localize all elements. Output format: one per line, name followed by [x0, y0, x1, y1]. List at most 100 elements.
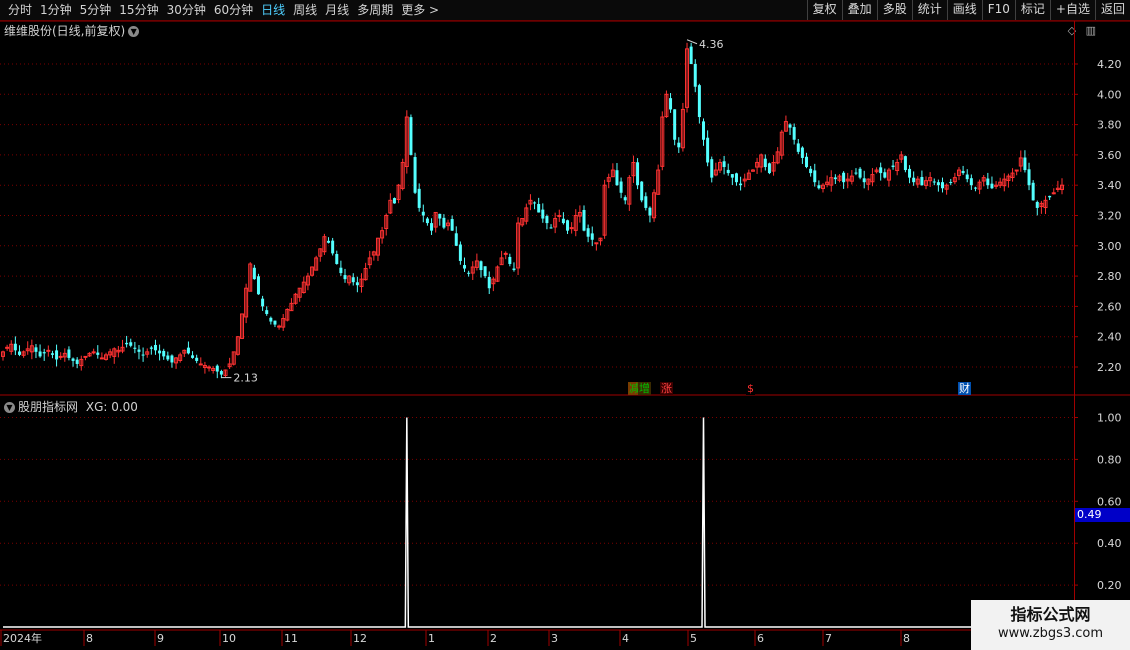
x-axis-label: 8 — [903, 632, 910, 645]
candle-body — [858, 168, 862, 178]
event-badge-4[interactable]: 财 — [958, 382, 971, 395]
candle-body — [252, 267, 256, 280]
high-marker-label: 4.36 — [699, 38, 724, 51]
event-badge-1[interactable]: 增 — [638, 382, 651, 395]
x-axis-label: 11 — [284, 632, 298, 645]
candle-body — [58, 355, 63, 358]
indicator-tick-label: 0.20 — [1097, 579, 1122, 592]
candle-body — [331, 240, 335, 254]
candle-body — [722, 161, 726, 168]
candle-body — [990, 183, 994, 189]
candle-body — [409, 117, 413, 155]
x-axis-label: 10 — [222, 632, 236, 645]
candle-body — [442, 217, 446, 228]
candle-body — [973, 187, 977, 189]
candle-body — [483, 266, 487, 277]
candle-body — [697, 85, 701, 118]
high-marker-arrow — [686, 39, 698, 45]
candle-body — [133, 347, 137, 349]
candle-body — [813, 170, 817, 183]
candle-body — [1014, 169, 1019, 172]
candle-body — [425, 218, 429, 224]
candle-body — [186, 347, 190, 354]
candle-body — [75, 359, 79, 364]
candle-body — [17, 351, 21, 355]
indicator-tick-label: 1.00 — [1097, 412, 1122, 425]
candle-body — [586, 228, 590, 237]
candle-body — [430, 223, 434, 231]
candle-body — [842, 172, 846, 183]
event-badge-2[interactable]: 涨 — [660, 382, 673, 395]
candle-body — [854, 172, 858, 174]
x-axis-label: 9 — [157, 632, 164, 645]
candle-body — [693, 63, 697, 87]
candle-body — [503, 252, 508, 255]
candle-body — [965, 174, 969, 180]
candle-body — [99, 357, 104, 360]
candle-body — [125, 342, 129, 345]
candle-body — [1031, 182, 1035, 201]
candle-body — [912, 177, 916, 183]
candle-body — [767, 163, 771, 174]
price-tick-label: 4.20 — [1097, 58, 1122, 71]
candle-body — [533, 202, 537, 204]
candle-body — [13, 343, 17, 351]
x-axis-label: 7 — [825, 632, 832, 645]
price-tick-label: 3.80 — [1097, 119, 1122, 132]
candle-body — [730, 174, 734, 178]
x-axis-label: 8 — [86, 632, 93, 645]
candle-body — [421, 211, 425, 216]
candle-body — [351, 277, 355, 283]
candle-body — [537, 203, 541, 213]
candle-body — [162, 350, 166, 357]
candle-body — [67, 349, 71, 358]
candle-body — [726, 169, 730, 174]
candle-body — [463, 265, 467, 269]
candle-body — [862, 178, 866, 183]
candle-body — [648, 207, 652, 216]
event-badge-3[interactable]: $ — [746, 382, 755, 395]
x-axis-label: 3 — [551, 632, 558, 645]
candle-body — [355, 282, 359, 286]
candle-body — [566, 220, 570, 231]
candle-body — [702, 121, 706, 140]
candle-body — [582, 209, 586, 231]
price-tick-label: 3.40 — [1097, 179, 1122, 192]
candle-body — [961, 170, 965, 174]
xg-indicator-line — [3, 417, 1062, 628]
price-tick-label: 2.80 — [1097, 270, 1122, 283]
x-axis-label: 1 — [428, 632, 435, 645]
candle-body — [883, 172, 887, 178]
candle-body — [891, 165, 895, 168]
candle-body — [265, 310, 269, 314]
candle-body — [734, 173, 738, 183]
candle-body — [141, 354, 145, 356]
candle-body — [153, 344, 157, 351]
x-axis-label: 2024年 — [3, 631, 42, 645]
indicator-tick-label: 0.80 — [1097, 453, 1122, 466]
price-tick-label: 3.20 — [1097, 210, 1122, 223]
candle-body — [191, 355, 195, 358]
kline-chart[interactable]: 4.20 4.00 3.80 3.60 3.40 3.20 3.00 2.80 2.60 2.40… — [0, 0, 1130, 650]
candle-body — [833, 177, 837, 180]
candle-body — [689, 46, 693, 64]
candle-body — [903, 156, 907, 171]
candle-body — [792, 127, 796, 140]
price-tick-label: 2.40 — [1097, 331, 1122, 344]
candle-body — [129, 342, 133, 346]
candle-body — [644, 196, 648, 208]
candle-body — [149, 347, 153, 349]
candle-body — [5, 346, 10, 349]
candle-body — [71, 358, 75, 361]
candle-body — [219, 371, 223, 375]
candle-body — [335, 253, 339, 264]
candle-body — [1035, 201, 1039, 208]
x-axis-label: 12 — [353, 632, 367, 645]
candle-body — [215, 365, 219, 372]
candle-body — [800, 147, 804, 158]
candle-body — [739, 183, 743, 186]
candle-body — [949, 182, 953, 184]
x-axis-label: 5 — [690, 632, 697, 645]
candle-body — [986, 178, 990, 186]
watermark-title: 指标公式网 — [1010, 605, 1091, 624]
